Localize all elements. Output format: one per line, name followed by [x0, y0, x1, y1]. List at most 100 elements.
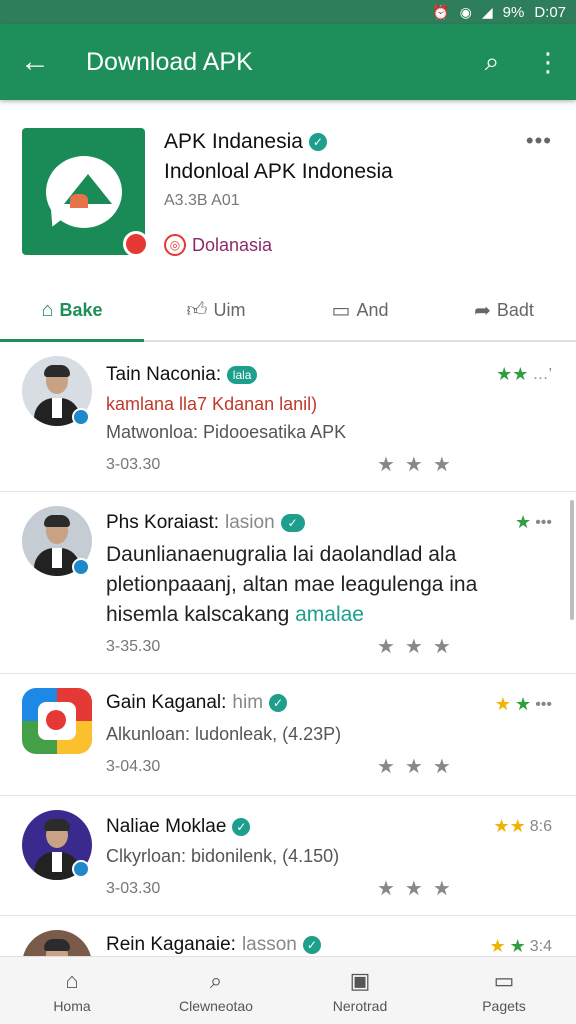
nav-label: Clewneotao [179, 997, 253, 1014]
tab-label: Uim [213, 299, 246, 320]
nav-label: Pagets [482, 997, 526, 1014]
app-name: APK Indanesia ✓ [164, 130, 327, 154]
app-subtitle: Indonloal APK Indonesia [164, 160, 393, 183]
app-logo [22, 128, 149, 257]
verified-icon [72, 408, 90, 426]
more-icon[interactable]: ••• [535, 514, 552, 532]
item-title: Tain Naconia: lala [106, 364, 258, 386]
item-date: 3-03.30 [106, 456, 161, 473]
item-description: Daunlianaenugralia lai daolandlad ala pl… [106, 540, 526, 630]
tab-uim[interactable]: 👍︎ Uim [144, 280, 288, 340]
tab-label: And [356, 299, 389, 320]
clock-text: D:07 [534, 3, 566, 21]
alarm-icon: ⏰ [432, 3, 450, 20]
more-icon[interactable]: ••• [535, 696, 552, 714]
app-bar: ← Download APK ⌕ ⋮ [0, 24, 576, 100]
verified-icon: ✓ [302, 936, 321, 954]
nav-label: Homa [53, 997, 91, 1014]
item-rating: ★ ★ ••• [495, 694, 552, 715]
developer-link[interactable]: ◎ Dolanasia [164, 234, 272, 256]
home-icon: ⌂ [65, 967, 79, 993]
page-title: Download APK [86, 47, 253, 76]
search-icon: ⌕ [209, 967, 223, 993]
badge-icon: ✓ [280, 514, 305, 532]
item-rating-value: 3:4 [529, 937, 552, 955]
rating-stars: ★★★ [377, 636, 461, 658]
avatar [22, 930, 92, 956]
item-date: 3-04.30 [106, 758, 161, 775]
star-icon: ★ [494, 694, 512, 714]
pages-icon: ▭ [493, 967, 515, 993]
item-rating: ★ ••• [515, 512, 552, 533]
more-vert-icon[interactable]: ⋮ [520, 47, 576, 78]
item-title-muted: lasson [241, 934, 297, 955]
item-title-muted: him [232, 692, 264, 713]
nav-search[interactable]: ⌕ Clewneotao [144, 957, 288, 1024]
item-rating: ★★ …’ [496, 364, 552, 385]
tab-label: Badt [496, 299, 534, 320]
rating-stars: ★★★ [377, 756, 461, 778]
list-item[interactable]: Rein Kaganaie: lasson ✓ ★ ★ 3:4 [0, 916, 576, 956]
app-list: Tain Naconia: lala kamlana lla7 Kdanan l… [0, 344, 576, 956]
tab-badt[interactable]: ➦ Badt [432, 280, 576, 340]
item-rating: ★ ★ 3:4 [489, 936, 552, 956]
star-icon: ★ [509, 936, 526, 956]
app-meta: A3.3B A01 [164, 192, 240, 209]
nav-pages[interactable]: ▭ Pagets [432, 957, 576, 1024]
item-title-text: Naliae Moklae [106, 816, 227, 837]
item-title-text: Gain Kaganal: [106, 692, 227, 713]
nav-label: Nerotrad [332, 997, 388, 1014]
item-rating-value: 8:6 [529, 817, 552, 835]
back-arrow-icon[interactable]: ← [0, 45, 70, 79]
more-horiz-icon[interactable]: ••• [526, 128, 552, 154]
item-title: Naliae Moklae ✓ [106, 816, 251, 838]
item-description-text: Daunlianaenugralia lai daolandlad ala pl… [106, 543, 478, 626]
star-icon: ★ [515, 694, 532, 714]
item-rating: ★★ 8:6 [493, 816, 552, 837]
list-item[interactable]: Naliae Moklae ✓ Clkyrloan: bidonilenk, (… [0, 796, 576, 916]
item-date: 3-03.30 [106, 880, 161, 897]
item-description: Alkunloan: ludonleak, (4.23P) [106, 724, 342, 744]
item-title-muted: lasion [225, 512, 275, 533]
developer-icon: ◎ [164, 234, 186, 256]
item-description-highlight: amalae [295, 603, 364, 626]
wifi-icon: ◉ [459, 3, 472, 20]
badge-icon: lala [227, 366, 258, 384]
item-description: Matwonloa: Pidooesatika APK [106, 422, 347, 442]
app-name-text: APK Indanesia [164, 130, 303, 153]
tab-bake[interactable]: ⌂ Bake [0, 280, 144, 342]
bottom-nav: ⌂ Homa ⌕ Clewneotao ▣ Nerotrad ▭ Pagets [0, 956, 576, 1024]
list-item[interactable]: Tain Naconia: lala kamlana lla7 Kdanan l… [0, 344, 576, 492]
nav-downloads[interactable]: ▣ Nerotrad [288, 957, 432, 1024]
app-tile-icon [22, 688, 92, 754]
item-title: Phs Koraiast: lasion ✓ [106, 512, 305, 534]
item-description: Clkyrloan: bidonilenk, (4.150) [106, 846, 340, 866]
star-icon: ★★ [496, 364, 529, 384]
star-icon: ★ [489, 936, 506, 956]
downloads-icon: ▣ [349, 967, 371, 993]
more-icon[interactable]: …’ [532, 366, 552, 384]
tab-and[interactable]: ▭ And [288, 280, 432, 340]
verified-icon [72, 860, 90, 878]
app-logo-badge [123, 231, 149, 257]
share-icon: ➦ [474, 299, 491, 322]
list-item[interactable]: Gain Kaganal: him ✓ Alkunloan: ludonleak… [0, 674, 576, 796]
comment-icon: ▭ [331, 299, 351, 322]
signal-icon: ◢ [481, 3, 493, 20]
item-title-text: Tain Naconia: [106, 364, 222, 385]
nav-home[interactable]: ⌂ Homa [0, 957, 144, 1024]
list-item[interactable]: Phs Koraiast: lasion ✓ Daunlianaenugrali… [0, 492, 576, 674]
rating-stars: ★★★ [377, 878, 461, 900]
item-date: 3-35.30 [106, 638, 161, 655]
verified-icon: ✓ [308, 133, 327, 151]
scrollbar[interactable] [570, 500, 574, 620]
star-icon: ★★ [493, 816, 526, 836]
item-subtitle: kamlana lla7 Kdanan lanil) [106, 394, 318, 414]
item-title-text: Phs Koraiast: [106, 512, 219, 533]
tab-label: Bake [59, 299, 103, 320]
item-title: Rein Kaganaie: lasson ✓ [106, 934, 321, 956]
star-icon: ★ [515, 512, 532, 532]
verified-icon: ✓ [269, 694, 288, 712]
developer-name: Dolanasia [192, 234, 273, 255]
search-icon[interactable]: ⌕ [464, 46, 520, 78]
